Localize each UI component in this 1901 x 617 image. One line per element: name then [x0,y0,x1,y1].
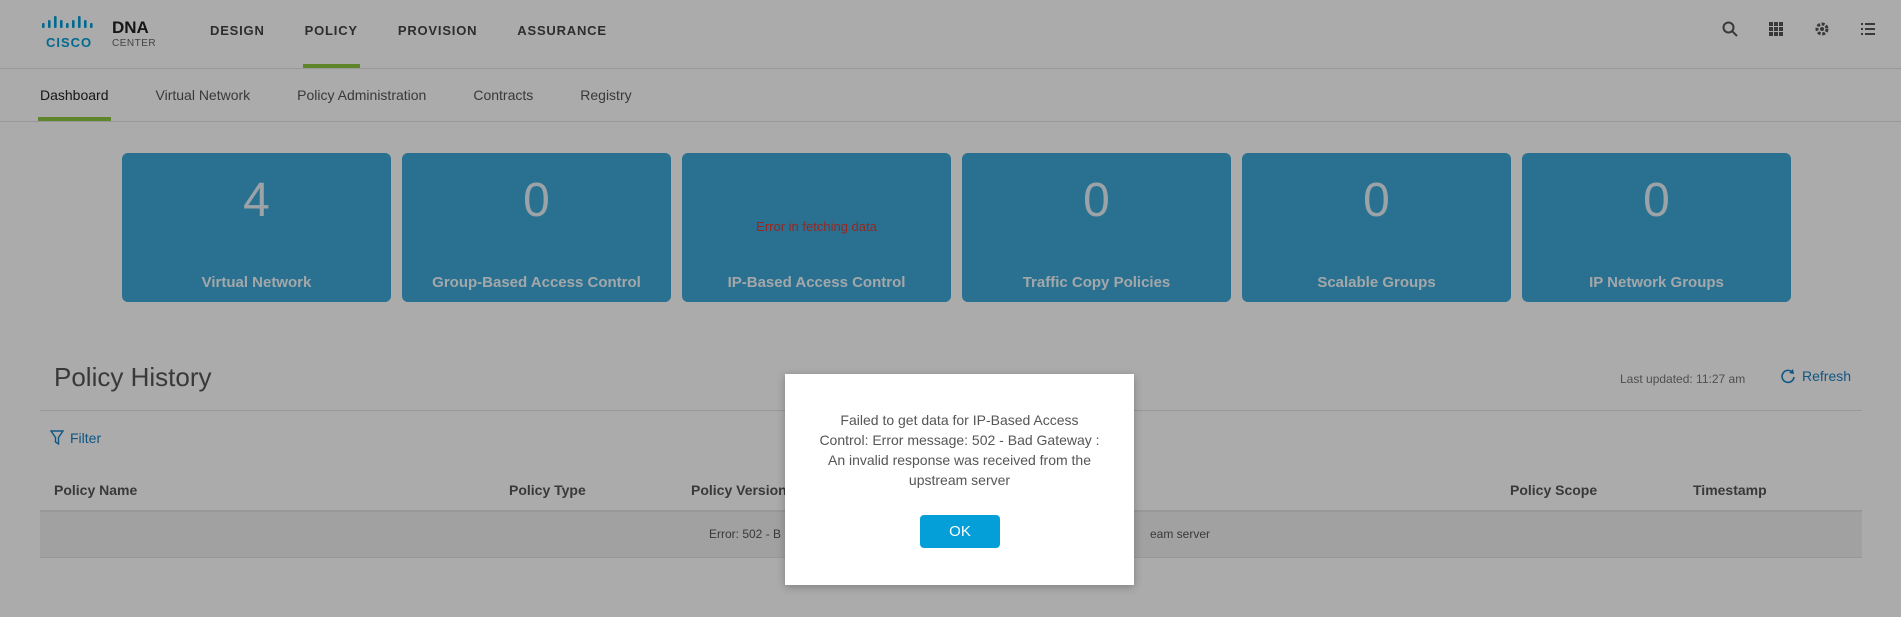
dialog-message: Failed to get data for IP-Based Access C… [819,412,1100,488]
ok-button[interactable]: OK [920,515,1000,548]
error-dialog: Failed to get data for IP-Based Access C… [785,374,1134,585]
